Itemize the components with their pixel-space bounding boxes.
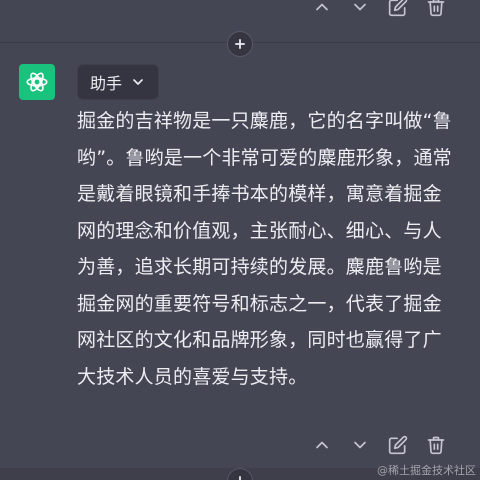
insert-message-button[interactable] (227, 31, 253, 57)
watermark: @稀土掘金技术社区 (377, 464, 476, 477)
edit-icon[interactable] (379, 0, 417, 22)
trash-icon[interactable] (417, 0, 455, 22)
chevron-up-icon[interactable] (303, 430, 341, 460)
edit-icon[interactable] (379, 430, 417, 460)
plus-icon (235, 39, 245, 49)
bottom-toolbar (303, 430, 455, 460)
trash-icon[interactable] (417, 430, 455, 460)
top-toolbar (303, 0, 455, 22)
message-text[interactable]: 掘金的吉祥物是一只麋鹿，它的名字叫做“鲁哟”。鲁哟是一个非常可爱的麋鹿形象，通常… (77, 103, 457, 395)
plus-icon (239, 476, 241, 480)
chevron-up-icon[interactable] (303, 0, 341, 22)
role-selector[interactable]: 助手 (77, 64, 159, 100)
chevron-down-icon[interactable] (341, 430, 379, 460)
openai-logo-icon (26, 72, 48, 92)
chevron-down-icon[interactable] (341, 0, 379, 22)
chevron-down-icon (133, 79, 143, 85)
role-selector-value: 助手 (90, 74, 123, 93)
assistant-avatar (19, 64, 55, 100)
